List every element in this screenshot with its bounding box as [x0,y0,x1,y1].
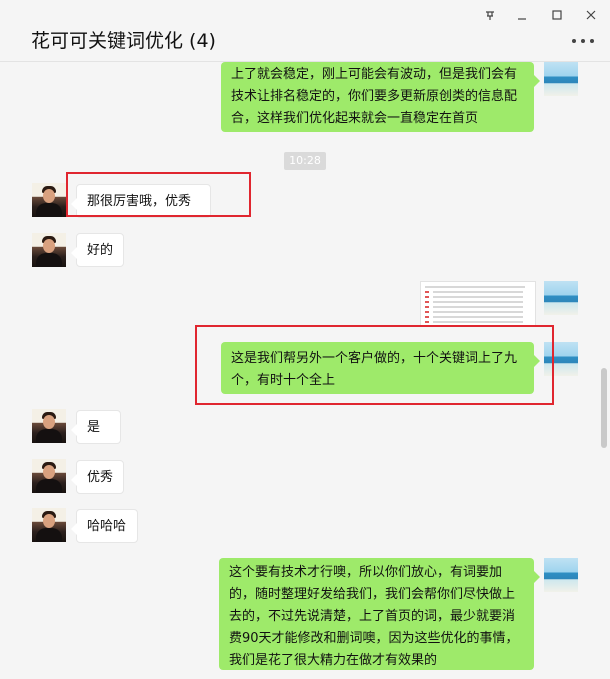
scrollbar[interactable] [601,368,607,448]
avatar-face [43,415,55,429]
message-bubble[interactable]: 哈哈哈 [71,509,138,543]
avatar-suit [36,203,62,217]
more-dot [581,39,585,43]
avatar-face [43,189,55,203]
close-icon[interactable] [579,5,603,25]
avatar-suit [36,479,62,493]
avatar-self[interactable] [544,281,578,315]
image-message[interactable] [420,281,536,327]
message-bubble[interactable]: 上了就会稳定，刚上可能会有波动，但是我们会有技术让排名稳定的，你们要多更新原创类… [221,62,540,132]
avatar-other[interactable] [32,508,66,542]
message-list[interactable]: 上了就会稳定，刚上可能会有波动，但是我们会有技术让排名稳定的，你们要多更新原创类… [0,62,610,679]
avatar-suit [36,253,62,267]
avatar-self[interactable] [544,62,578,96]
highlight-box [66,172,251,217]
avatar-face [43,465,55,479]
highlight-box [195,325,554,405]
avatar-other[interactable] [32,459,66,493]
more-dot [572,39,576,43]
chat-title: 花可可关键词优化 (4) [31,30,216,52]
avatar-self[interactable] [544,558,578,592]
more-dots-icon[interactable] [572,36,594,46]
avatar-face [43,514,55,528]
avatar-suit [36,528,62,542]
more-dot [590,39,594,43]
pin-icon[interactable] [478,5,502,25]
timestamp: 10:28 [284,152,326,170]
avatar-suit [36,429,62,443]
title-bar: 花可可关键词优化 (4) [0,0,610,62]
message-bubble[interactable]: 这个要有技术才行噢，所以你们放心，有词要加的，随时整理好发给我们，我们会帮你们尽… [219,558,540,670]
avatar-other[interactable] [32,183,66,217]
maximize-icon[interactable] [545,5,569,25]
minimize-icon[interactable] [510,5,534,25]
message-bubble[interactable]: 优秀 [71,460,124,494]
message-bubble[interactable]: 好的 [71,233,124,267]
avatar-face [43,239,55,253]
message-bubble[interactable]: 是 [71,410,121,444]
avatar-other[interactable] [32,409,66,443]
avatar-other[interactable] [32,233,66,267]
